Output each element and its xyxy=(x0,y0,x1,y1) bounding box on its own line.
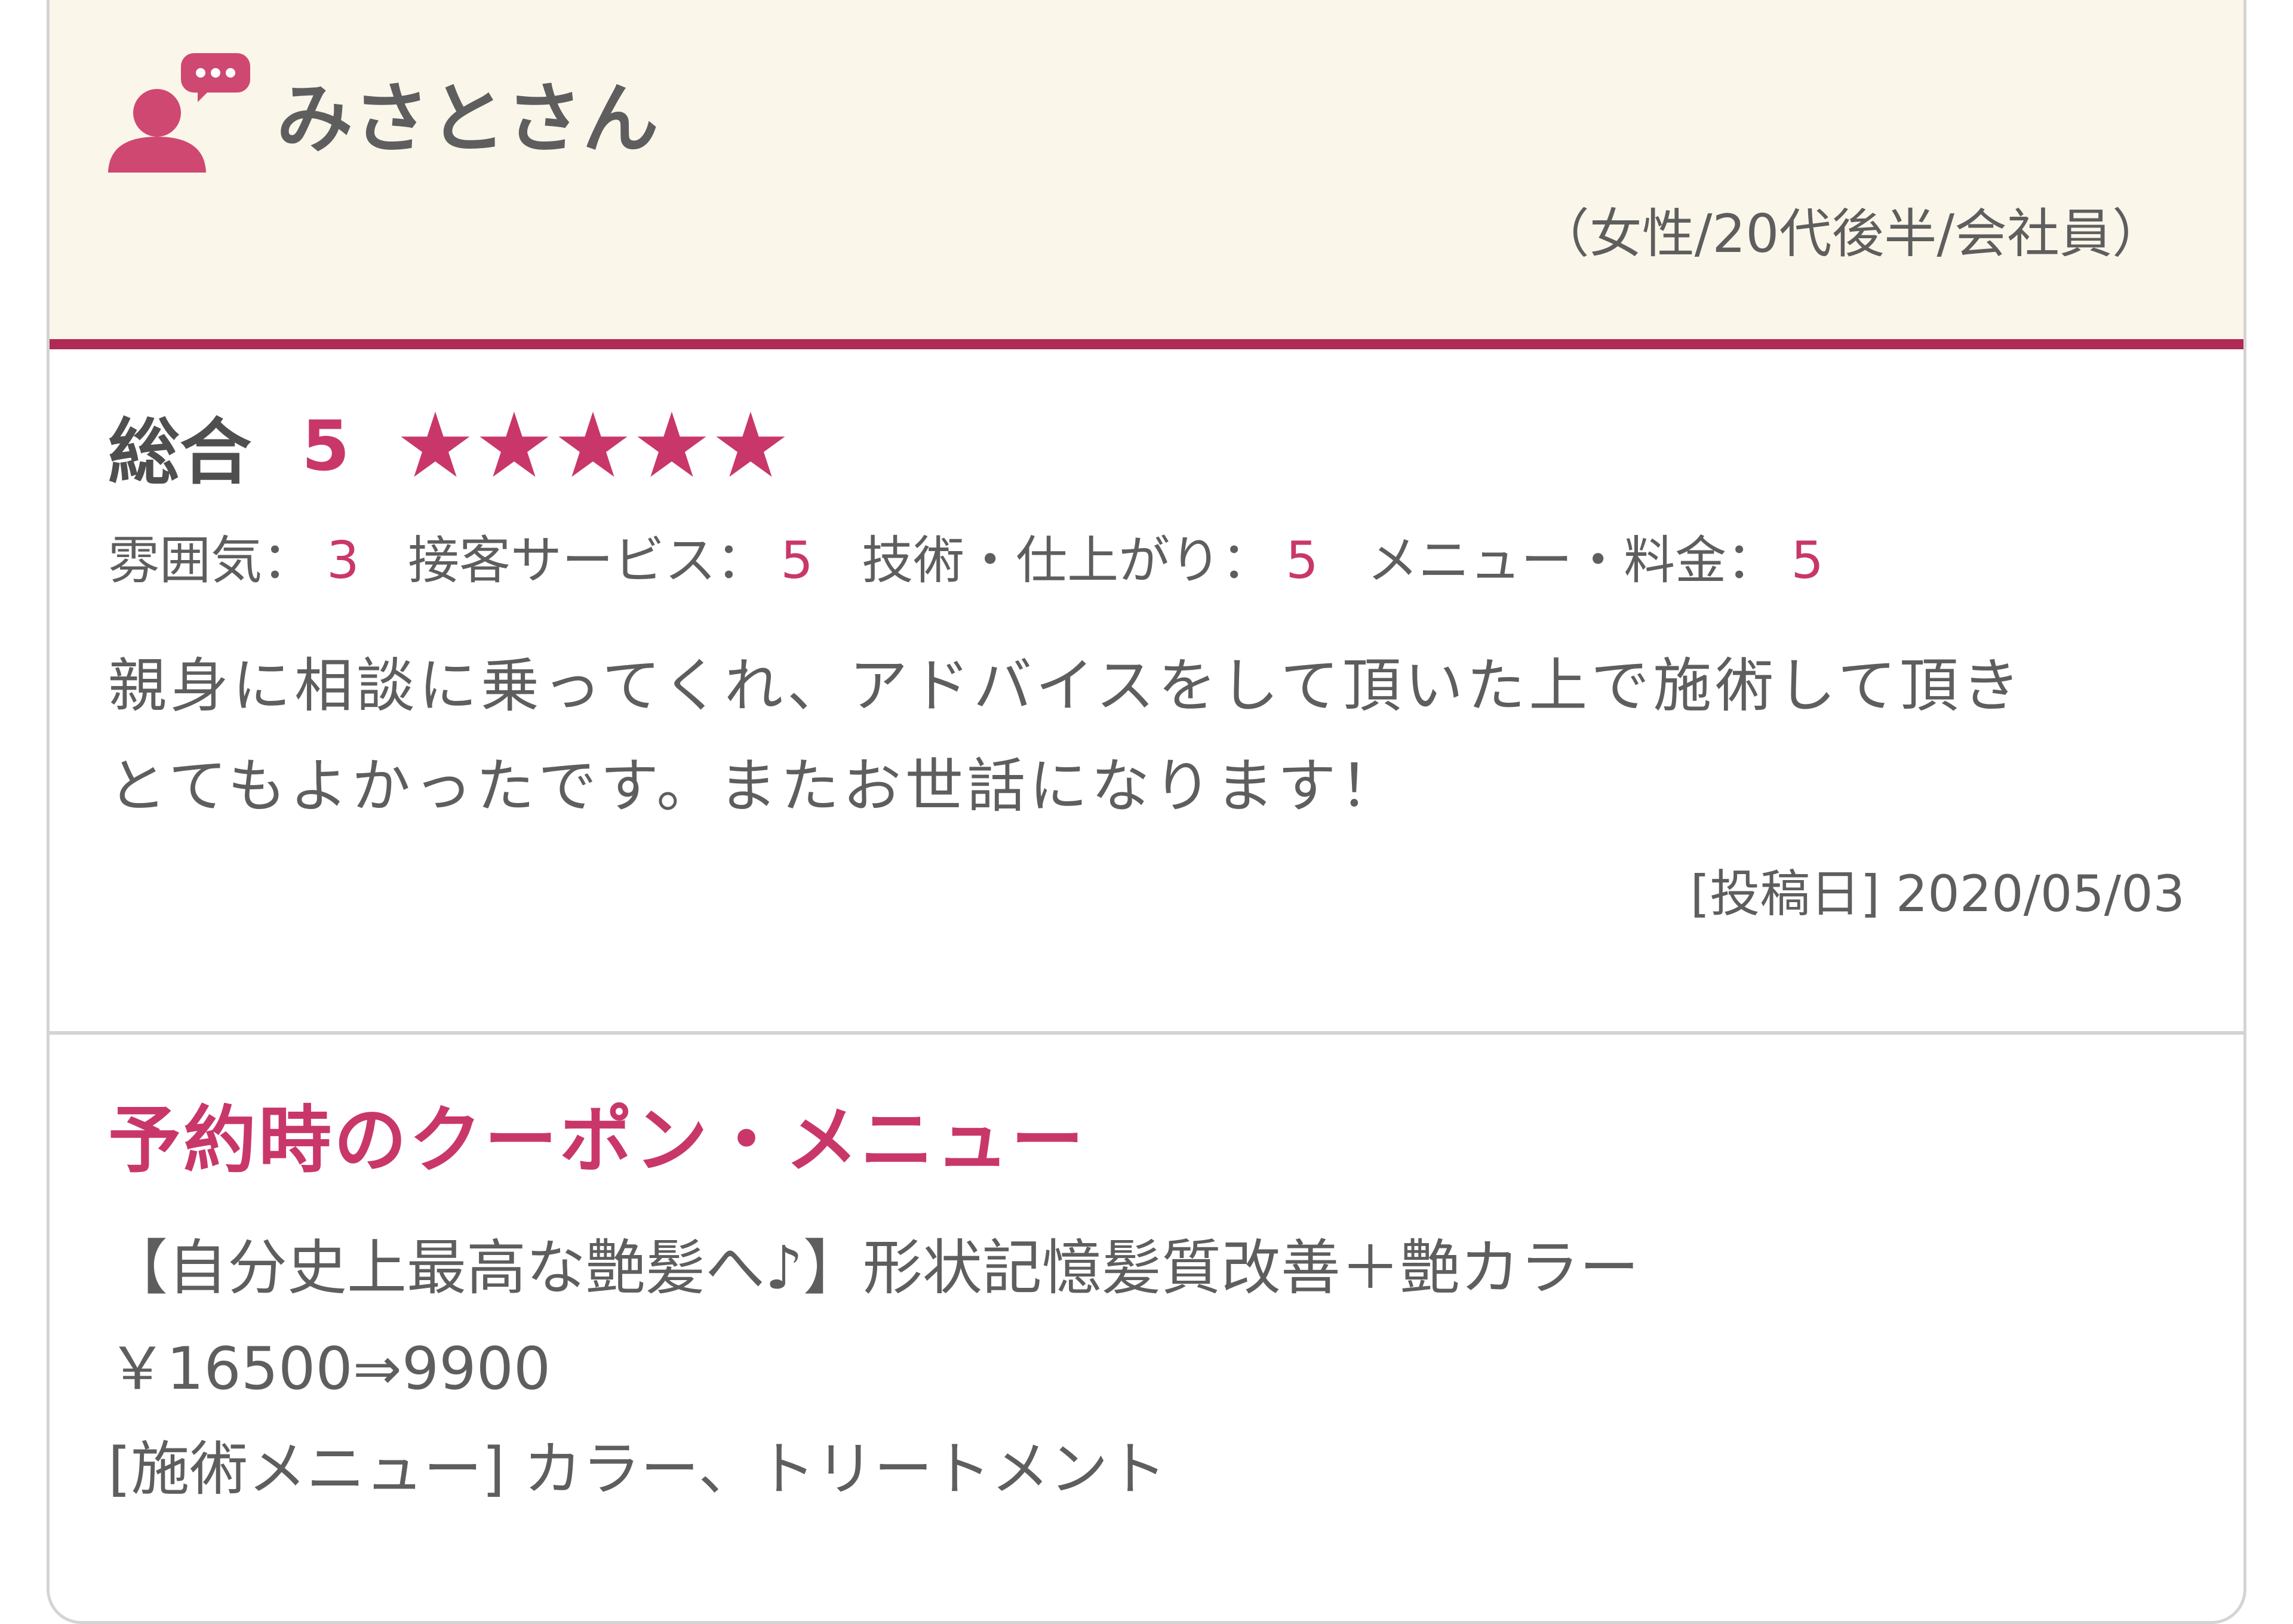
subscore-menu-price: メニュー・料金： 5 xyxy=(1367,531,1824,590)
section-divider xyxy=(50,1031,2243,1035)
reviewer-name: みさとさん xyxy=(276,75,659,164)
subscore-atmosphere: 雰囲気： 3 xyxy=(108,531,359,590)
coupon-section: 予約時のクーポン・メニュー 【自分史上最高な艶髪へ♪】形状記憶髪質改善＋艶カラー… xyxy=(108,1096,2138,1506)
subscore-value: 5 xyxy=(1791,531,1824,590)
coupon-price: ￥16500⇒9900 xyxy=(108,1335,551,1403)
subscore-technique: 技術・仕上がり： 5 xyxy=(862,531,1318,590)
post-date: [投稿日] 2020/05/03 xyxy=(1690,865,2185,923)
subscore-value: 5 xyxy=(1286,531,1318,590)
subscores: 雰囲気： 3 接客サービス： 5 技術・仕上がり： 5 メニュー・料金： 5 xyxy=(108,531,1856,590)
user-comment-icon xyxy=(108,53,251,173)
subscore-label: 技術・仕上がり： xyxy=(862,531,1273,590)
coupon-section-title: 予約時のクーポン・メニュー xyxy=(108,1098,1086,1183)
review-card: みさとさん （女性/20代後半/会社員） 総合 5 ★ ★ ★ ★ ★ 雰囲気： 3 接客… xyxy=(47,0,2246,1624)
subscore-value: 5 xyxy=(780,531,813,590)
star-icon: ★ xyxy=(552,394,634,498)
review-text: 親身に相談に乗ってくれ、アドバイスをして頂いた上で施術して頂き とてもよかったで… xyxy=(108,636,2168,836)
subscore-value: 3 xyxy=(327,531,359,590)
review-body: 総合 5 ★ ★ ★ ★ ★ 雰囲気： 3 接客サービス： 5 技術・仕上がり： 5 メニュー… xyxy=(50,349,2243,994)
overall-label: 総合 xyxy=(108,411,251,494)
star-icon: ★ xyxy=(395,394,476,498)
review-text-line: とてもよかったです。またお世話になります！ xyxy=(108,752,1402,820)
subscore-label: メニュー・料金： xyxy=(1367,531,1778,590)
star-rating: ★ ★ ★ ★ ★ xyxy=(395,394,791,498)
reviewer-profile: （女性/20代後半/会社員） xyxy=(1536,203,2165,264)
star-icon: ★ xyxy=(710,394,791,498)
subscore-label: 接客サービス： xyxy=(408,531,768,590)
subscore-label: 雰囲気： xyxy=(108,531,313,590)
subscore-service: 接客サービス： 5 xyxy=(408,531,813,590)
coupon-name[interactable]: 【自分史上最高な艶髪へ♪】形状記憶髪質改善＋艶カラー xyxy=(108,1229,2138,1307)
overall-score: 5 xyxy=(302,405,350,487)
overall-rating: 総合 5 ★ ★ ★ ★ ★ xyxy=(108,394,791,498)
review-text-line: 親身に相談に乗ってくれ、アドバイスをして頂いた上で施術して頂き xyxy=(108,652,2024,720)
star-icon: ★ xyxy=(631,394,712,498)
star-icon: ★ xyxy=(474,394,555,498)
coupon-menu: [施術メニュー] カラー、トリートメント xyxy=(108,1435,1167,1503)
reviewer-header: みさとさん （女性/20代後半/会社員） xyxy=(50,0,2243,349)
